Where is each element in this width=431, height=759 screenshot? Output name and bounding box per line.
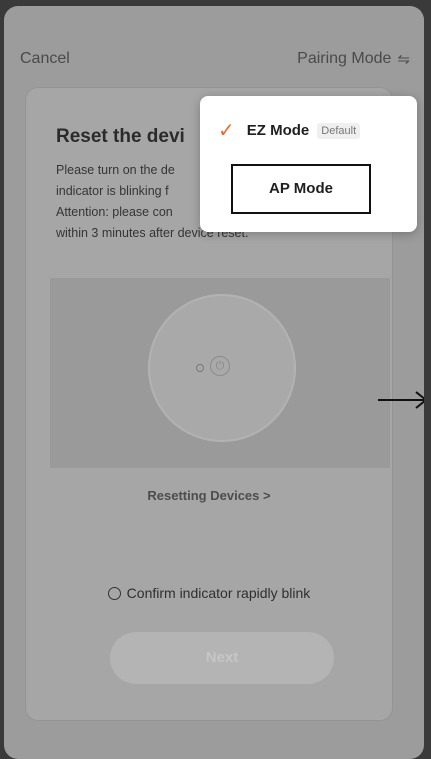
arrow-right-icon [378, 391, 424, 409]
indicator-light-icon [196, 364, 204, 372]
top-bar: Cancel Pairing Mode ⇋ [4, 6, 424, 86]
device-illustration: ⏻ [50, 278, 390, 468]
menu-item-ap-mode[interactable]: AP Mode [231, 164, 371, 214]
confirm-label: Confirm indicator rapidly blink [126, 585, 311, 601]
swap-icon: ⇋ [397, 51, 410, 68]
ez-mode-label: EZ Mode [246, 122, 310, 139]
confirm-indicator-radio[interactable]: Confirm indicator rapidly blink [26, 585, 392, 601]
power-button-icon: ⏻ [210, 356, 230, 376]
resetting-devices-link[interactable]: Resetting Devices > [26, 488, 392, 503]
pairing-mode-button[interactable]: Pairing Mode ⇋ [297, 50, 410, 68]
default-badge: Default [317, 122, 361, 139]
next-button[interactable]: Next [110, 632, 334, 684]
pairing-mode-menu: ✓ EZ Mode Default AP Mode [200, 96, 417, 232]
card-title: Reset the devi [56, 126, 185, 147]
phone-screen: Cancel Pairing Mode ⇋ Reset the devi Ple… [4, 6, 424, 759]
cancel-button[interactable]: Cancel [20, 50, 70, 68]
radio-circle-icon [107, 587, 121, 600]
pairing-mode-label: Pairing Mode [297, 50, 392, 67]
checkmark-icon: ✓ [218, 120, 235, 142]
menu-item-ez-mode[interactable]: ✓ EZ Mode Default [218, 118, 361, 143]
device-image: ⏻ [148, 294, 296, 442]
